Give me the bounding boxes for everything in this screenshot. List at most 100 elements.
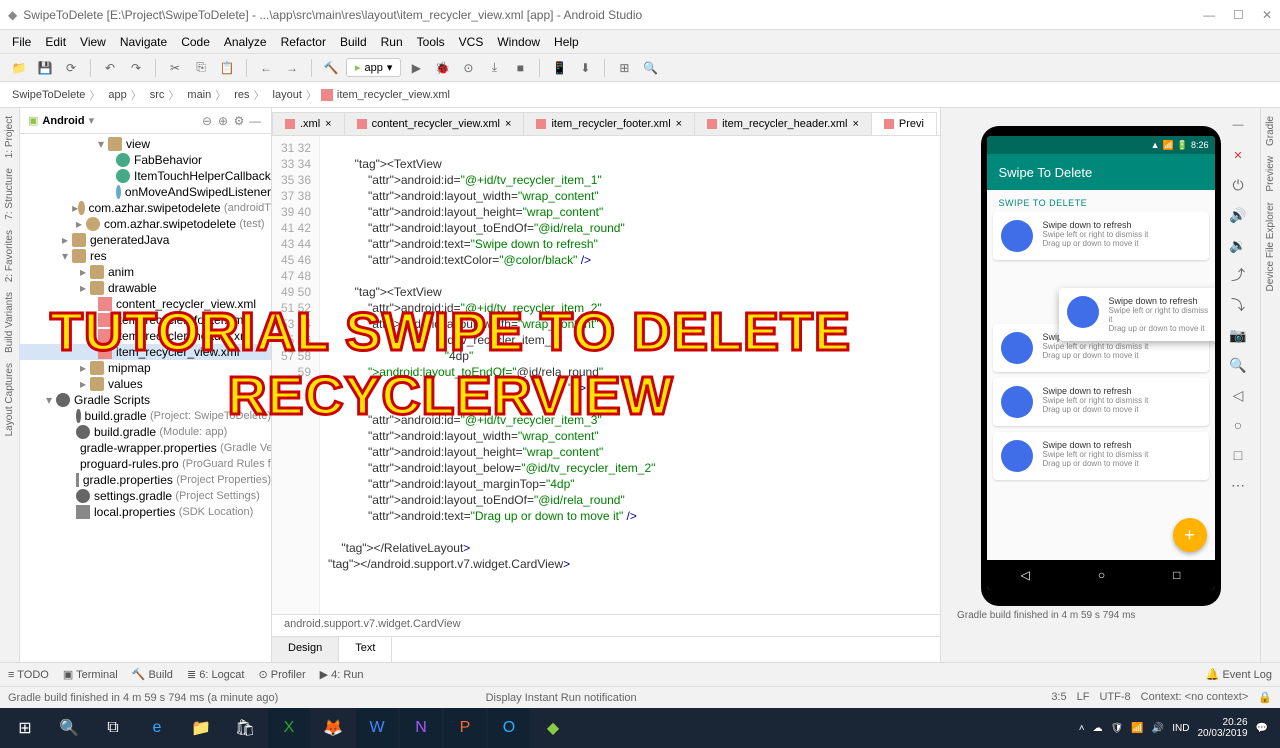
tray-vol-icon[interactable]: 🔊 [1152, 723, 1164, 734]
node-pkg2[interactable]: com.azhar.swipetodelete [104, 217, 236, 231]
tool-run[interactable]: ▶ 4: Run [320, 668, 364, 681]
node-fab[interactable]: FabBehavior [134, 153, 202, 167]
hammer-icon[interactable]: 🔨 [320, 57, 342, 79]
maximize-icon[interactable]: ☐ [1233, 8, 1244, 22]
list-item[interactable]: Swipe down to refreshSwipe left or right… [993, 432, 1209, 480]
rotate-right-icon[interactable]: ⤵ [1227, 294, 1249, 316]
code-breadcrumb[interactable]: android.support.v7.widget.CardView [272, 614, 940, 636]
menu-navigate[interactable]: Navigate [114, 33, 173, 51]
fab-add[interactable]: + [1173, 518, 1207, 552]
tool-profiler[interactable]: ⊙ Profiler [258, 668, 305, 681]
node-anim[interactable]: anim [108, 265, 134, 279]
context[interactable]: Context: <no context> [1141, 691, 1249, 704]
node-gp[interactable]: gradle.properties [83, 473, 173, 487]
emu-back-icon[interactable]: ◁ [1227, 384, 1249, 406]
run-config[interactable]: ▸app ▾ [346, 58, 401, 77]
code-body[interactable]: "tag"><TextView "attr">android:id="@+id/… [320, 136, 940, 614]
event-log[interactable]: 🔔 Event Log [1206, 668, 1272, 681]
tab-device-explorer[interactable]: Device File Explorer [1265, 202, 1276, 291]
node-pkg1[interactable]: com.azhar.swipetodelete [89, 201, 221, 215]
open-icon[interactable]: 📁 [8, 57, 30, 79]
nav-back-icon[interactable]: ◁ [1021, 568, 1030, 582]
structure-icon[interactable]: ⊞ [613, 57, 635, 79]
sync-icon[interactable]: ⟳ [60, 57, 82, 79]
bc-6[interactable]: item_recycler_view.xml [321, 89, 450, 101]
node-lp[interactable]: local.properties [94, 505, 175, 519]
sdk-icon[interactable]: ⬇ [574, 57, 596, 79]
node-contentrv[interactable]: content_recycler_view.xml [116, 297, 256, 311]
emu-close-icon[interactable]: ✕ [1227, 144, 1249, 166]
tab-text[interactable]: Text [339, 637, 392, 662]
line-ending[interactable]: LF [1077, 691, 1090, 704]
tab-structure[interactable]: 7: Structure [4, 168, 15, 220]
menu-code[interactable]: Code [175, 33, 216, 51]
tab-captures[interactable]: Layout Captures [4, 363, 15, 436]
save-icon[interactable]: 💾 [34, 57, 56, 79]
start-button[interactable]: ⊞ [4, 708, 46, 748]
tray-net-icon[interactable]: 📶 [1131, 723, 1143, 734]
emu-home-icon[interactable]: ○ [1227, 414, 1249, 436]
tool-build[interactable]: 🔨 Build [132, 668, 173, 681]
menu-file[interactable]: File [6, 33, 37, 51]
target-icon[interactable]: ⊕ [215, 114, 231, 128]
tb-ppt[interactable]: P [444, 708, 486, 748]
volume-down-icon[interactable]: 🔉 [1227, 234, 1249, 256]
tb-explorer[interactable]: 📁 [180, 708, 222, 748]
node-bgproj[interactable]: build.gradle [85, 409, 147, 423]
node-gwp[interactable]: gradle-wrapper.properties [80, 441, 217, 455]
node-pro[interactable]: proguard-rules.pro [80, 457, 179, 471]
node-gradle[interactable]: Gradle Scripts [74, 393, 150, 407]
attach-icon[interactable]: ⤓ [483, 57, 505, 79]
avd-icon[interactable]: 📱 [548, 57, 570, 79]
tool-todo[interactable]: ≡ TODO [8, 669, 49, 681]
gear-icon[interactable]: ⚙ [231, 114, 247, 128]
paste-icon[interactable]: 📋 [216, 57, 238, 79]
tab-favorites[interactable]: 2: Favorites [4, 230, 15, 282]
node-res[interactable]: res [90, 249, 107, 263]
back-icon[interactable]: ← [255, 57, 277, 79]
tb-store[interactable]: 🛍 [224, 708, 266, 748]
tb-excel[interactable]: X [268, 708, 310, 748]
search-icon[interactable]: 🔍 [639, 57, 661, 79]
tab-3[interactable]: item_recycler_header.xml× [694, 112, 872, 135]
tab-2[interactable]: item_recycler_footer.xml× [523, 112, 695, 135]
node-values[interactable]: values [108, 377, 143, 391]
tb-onenote[interactable]: N [400, 708, 442, 748]
tab-gradle[interactable]: Gradle [1265, 116, 1276, 146]
bc-4[interactable]: res [230, 89, 249, 101]
tb-firefox[interactable]: 🦊 [312, 708, 354, 748]
menu-run[interactable]: Run [375, 33, 409, 51]
nav-home-icon[interactable]: ○ [1098, 568, 1105, 582]
run-icon[interactable]: ▶ [405, 57, 427, 79]
rotate-left-icon[interactable]: ⤴ [1227, 264, 1249, 286]
node-set[interactable]: settings.gradle [94, 489, 172, 503]
search-button[interactable]: 🔍 [48, 708, 90, 748]
menu-refactor[interactable]: Refactor [275, 33, 332, 51]
power-icon[interactable]: ⏻ [1227, 174, 1249, 196]
menu-build[interactable]: Build [334, 33, 373, 51]
node-footer[interactable]: item_recycler_footer.xml [116, 313, 246, 327]
node-bgmod[interactable]: build.gradle [94, 425, 156, 439]
camera-icon[interactable]: 📷 [1227, 324, 1249, 346]
tb-edge[interactable]: e [136, 708, 178, 748]
list-item[interactable]: Swipe down to refreshSwipe left or right… [993, 378, 1209, 426]
menu-window[interactable]: Window [491, 33, 546, 51]
node-genjava[interactable]: generatedJava [90, 233, 169, 247]
tab-4[interactable]: Previ [871, 112, 937, 135]
menu-view[interactable]: View [74, 33, 112, 51]
bc-1[interactable]: app [104, 89, 126, 101]
clock-date[interactable]: 20/03/2019 [1197, 728, 1247, 739]
tool-logcat[interactable]: ≣ 6: Logcat [187, 668, 245, 681]
node-header[interactable]: item_recycler_header.xml [116, 329, 253, 343]
stop-icon[interactable]: ■ [509, 57, 531, 79]
volume-up-icon[interactable]: 🔊 [1227, 204, 1249, 226]
cut-icon[interactable]: ✂ [164, 57, 186, 79]
tray-icon[interactable]: 🛡 [1111, 723, 1124, 734]
tb-word[interactable]: W [356, 708, 398, 748]
tool-terminal[interactable]: ▣ Terminal [63, 668, 118, 681]
bc-2[interactable]: src [146, 89, 165, 101]
node-mipmap[interactable]: mipmap [108, 361, 151, 375]
tab-1[interactable]: content_recycler_view.xml× [344, 112, 525, 135]
project-view-label[interactable]: Android [42, 115, 84, 127]
redo-icon[interactable]: ↷ [125, 57, 147, 79]
